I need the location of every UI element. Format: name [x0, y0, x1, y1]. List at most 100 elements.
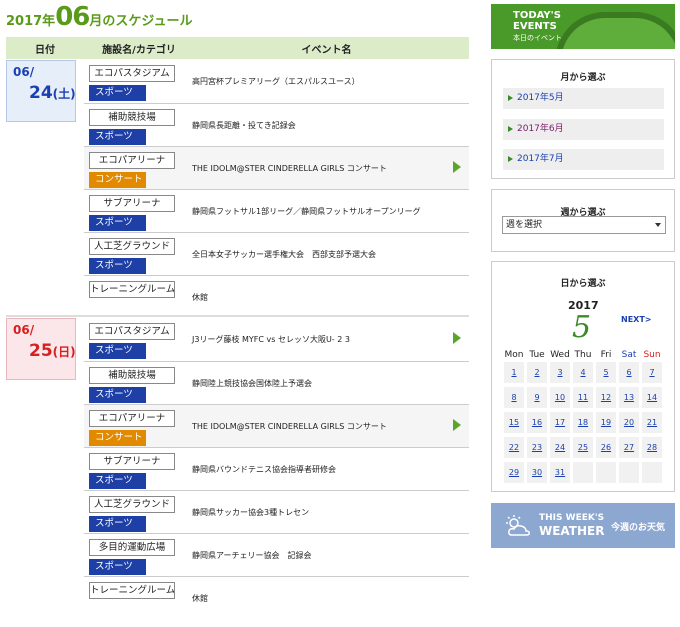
event-name: 静岡県アーチェリー協会 記録会	[192, 551, 312, 560]
day-panel-title: 日から選ぶ	[560, 279, 606, 289]
detail-arrow-icon[interactable]	[453, 419, 461, 431]
event-name: 静岡陸上競技協会国体陸上予選会	[192, 379, 312, 388]
week-select[interactable]: 週を選択	[502, 216, 666, 234]
weekday-label: Tue	[529, 350, 545, 360]
date-weekday: (土)	[52, 87, 76, 101]
calendar-day[interactable]: 24	[550, 437, 570, 458]
calendar-day[interactable]: 30	[527, 462, 547, 483]
weather-icon	[506, 515, 530, 536]
facility-name: 人工芝グラウンド	[89, 496, 175, 513]
todays-events-banner[interactable]: TODAY'S EVENTS 本日のイベント	[491, 4, 675, 49]
calendar-day[interactable]: 15	[504, 412, 524, 433]
category-badge: スポーツ	[89, 516, 146, 532]
event-name: 静岡県フットサル1部リーグ／静岡県フットサルオープンリーグ	[192, 207, 421, 216]
weekday-label: Mon	[504, 350, 524, 360]
weather-line1: THIS WEEK'S	[539, 513, 605, 523]
event-name: J3リーグ藤枝 MYFC vs セレッソ大阪U- 2 3	[192, 335, 350, 344]
calendar-day[interactable]: 7	[642, 362, 662, 383]
calendar-weekday-header: Mon Tue Wed Thu Fri Sat Sun	[503, 350, 665, 362]
facility-name: エコパアリーナ	[89, 152, 175, 169]
date-month: 06/	[13, 65, 35, 79]
calendar-day[interactable]: 10	[550, 387, 570, 408]
header-event: イベント名	[301, 44, 352, 56]
calendar-day[interactable]: 9	[527, 387, 547, 408]
calendar-day[interactable]: 19	[596, 412, 616, 433]
date-day: 24(土)	[29, 83, 76, 103]
event-name: 休館	[192, 594, 208, 603]
calendar-day[interactable]: 28	[642, 437, 662, 458]
day-separator	[6, 315, 469, 317]
stadium-icon	[555, 12, 675, 49]
title-rest: 月のスケジュール	[89, 14, 193, 29]
weekday-label: Sat	[621, 350, 637, 360]
event-name: THE IDOLM@STER CINDERELLA GIRLS コンサート	[192, 164, 387, 173]
calendar-day[interactable]: 20	[619, 412, 639, 433]
calendar-empty-cell	[573, 462, 593, 483]
month-item-june[interactable]: 2017年6月	[503, 119, 664, 140]
schedule-row[interactable]: エコパスタジアム スポーツ J3リーグ藤枝 MYFC vs セレッソ大阪U- 2 3	[84, 318, 469, 361]
calendar-day[interactable]: 31	[550, 462, 570, 483]
event-name: 静岡県長距離・投てき記録会	[192, 121, 296, 130]
schedule-row: 人工芝グラウンド スポーツ 全日本女子サッカー選手権大会 西部支部予選大会	[84, 232, 469, 275]
calendar-day[interactable]: 8	[504, 387, 524, 408]
calendar-day[interactable]: 4	[573, 362, 593, 383]
calendar-day[interactable]: 21	[642, 412, 662, 433]
calendar-day[interactable]: 25	[573, 437, 593, 458]
calendar-day[interactable]: 23	[527, 437, 547, 458]
facility-name: サブアリーナ	[89, 453, 175, 470]
detail-arrow-icon[interactable]	[453, 332, 461, 344]
event-name: 高円宮杯プレミアリーグ（エスパルスユース）	[192, 77, 360, 86]
month-panel-title: 月から選ぶ	[560, 73, 606, 83]
category-badge: スポーツ	[89, 258, 146, 274]
calendar-next-button[interactable]: NEXT>	[621, 315, 652, 324]
category-badge: スポーツ	[89, 387, 146, 403]
event-name: 静岡県バウンドテニス協会指導者研修会	[192, 465, 336, 474]
date-month: 06/	[13, 323, 35, 337]
schedule-table-header: 日付 施設名/カテゴリ イベント名	[6, 37, 469, 59]
weekday-label: Fri	[600, 350, 612, 360]
calendar-day[interactable]: 2	[527, 362, 547, 383]
facility-name: 補助競技場	[89, 367, 175, 384]
calendar-day[interactable]: 5	[596, 362, 616, 383]
weekly-weather-banner[interactable]: THIS WEEK'S WEATHER 今週のお天気	[491, 503, 675, 548]
day-select-panel: 日から選ぶ 2017 5 NEXT> Mon Tue Wed Thu Fri Sat Sun…	[491, 261, 675, 492]
event-name: 静岡県サッカー協会3種トレセン	[192, 508, 310, 517]
schedule-row: トレーニングルーム 休館	[84, 275, 469, 318]
date-weekday: (日)	[52, 345, 76, 359]
week-select-panel: 週から選ぶ 週を選択	[491, 189, 675, 252]
title-year: 2017年	[6, 14, 56, 29]
calendar-day[interactable]: 18	[573, 412, 593, 433]
calendar-day[interactable]: 12	[596, 387, 616, 408]
calendar-day[interactable]: 22	[504, 437, 524, 458]
facility-name: 補助競技場	[89, 109, 175, 126]
month-item-july[interactable]: 2017年7月	[503, 149, 664, 170]
todays-events-title: TODAY'S EVENTS	[513, 10, 561, 32]
chevron-down-icon	[655, 223, 661, 227]
calendar-day[interactable]: 26	[596, 437, 616, 458]
calendar-day[interactable]: 16	[527, 412, 547, 433]
calendar-day[interactable]: 27	[619, 437, 639, 458]
calendar-empty-cell	[619, 462, 639, 483]
date-day: 25(日)	[29, 341, 76, 361]
calendar-day[interactable]: 13	[619, 387, 639, 408]
calendar-day[interactable]: 11	[573, 387, 593, 408]
schedule-row: 補助競技場スポーツ 静岡県長距離・投てき記録会	[84, 103, 469, 146]
schedule-row[interactable]: エコパアリーナ コンサート THE IDOLM@STER CINDERELLA GI…	[84, 404, 469, 447]
calendar-day[interactable]: 17	[550, 412, 570, 433]
todays-events-sub: 本日のイベント	[513, 34, 562, 42]
calendar-day[interactable]: 6	[619, 362, 639, 383]
calendar-month: 5	[572, 310, 592, 345]
facility-name: エコパアリーナ	[89, 410, 175, 427]
calendar-day[interactable]: 3	[550, 362, 570, 383]
event-name: 全日本女子サッカー選手権大会 西部支部予選大会	[192, 250, 376, 259]
calendar-day[interactable]: 14	[642, 387, 662, 408]
category-badge: スポーツ	[89, 129, 146, 145]
calendar-day[interactable]: 1	[504, 362, 524, 383]
month-item-may[interactable]: 2017年5月	[503, 88, 664, 109]
schedule-row[interactable]: エコパアリーナ コンサート THE IDOLM@STER CINDERELLA GI…	[84, 146, 469, 189]
title-month: 06	[55, 2, 90, 32]
facility-name: トレーニングルーム	[89, 281, 175, 298]
date-day-number: 25	[29, 341, 53, 361]
detail-arrow-icon[interactable]	[453, 161, 461, 173]
calendar-day[interactable]: 29	[504, 462, 524, 483]
